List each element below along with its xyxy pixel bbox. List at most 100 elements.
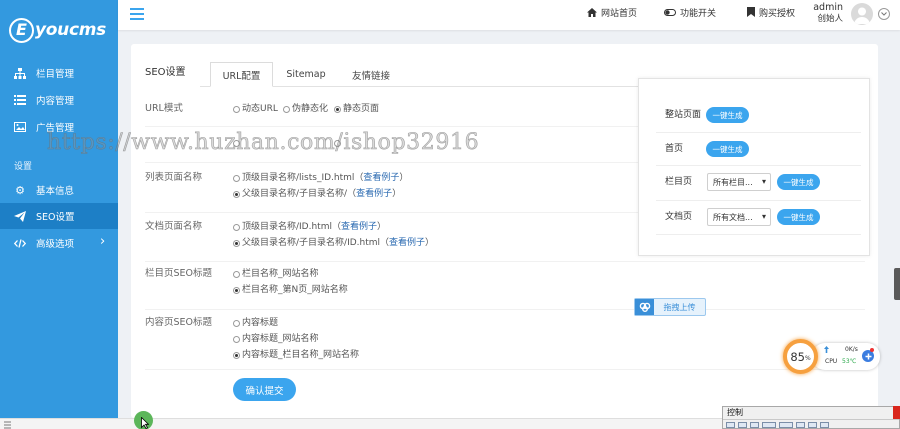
url-mode-label: URL模式 [145, 103, 183, 114]
radio-list-page-option[interactable]: 顶级目录名称/lists_ID.html（ 查看例子 ） [233, 172, 408, 184]
hamburger-icon[interactable] [130, 8, 144, 20]
cpu-label: CPU [825, 358, 838, 365]
panel-divider [656, 234, 861, 235]
option-text: 静态页面 [343, 104, 380, 114]
sidebar-item-content-management[interactable]: 内容管理 [0, 87, 118, 113]
option-text: 内容标题_栏目名称_网站名称 [242, 350, 360, 360]
row-divider [145, 309, 865, 310]
header-link-purchase-license[interactable]: 购买授权 [747, 6, 795, 19]
sidebar-item-basic-info[interactable]: ⚙ 基本信息 [0, 177, 118, 203]
generate-all-button[interactable]: 一键生成 [706, 107, 749, 123]
radio-circle[interactable] [233, 239, 240, 247]
option-text: 父级目录名称/子目录名称/ID.html（ [242, 238, 390, 248]
toggle-icon [664, 8, 676, 16]
control-tool-icon[interactable] [808, 422, 817, 428]
header-link-label: 网站首页 [601, 8, 638, 19]
home-icon [587, 7, 597, 17]
radio-content-seo-option[interactable]: 内容标题 [233, 317, 278, 329]
view-example-link[interactable]: 查看例子 [341, 221, 377, 233]
document-select[interactable]: 所有文档... ▾ [707, 208, 771, 226]
radio-option-obscured[interactable] [233, 137, 242, 149]
radio-circle[interactable] [233, 105, 240, 113]
control-tool-icon[interactable] [726, 422, 735, 428]
chevron-down-icon[interactable] [878, 8, 890, 20]
radio-content-seo-option[interactable]: 内容标题_网站名称 [233, 333, 319, 345]
generate-panel: 整站页面 一键生成 首页 一键生成 栏目页 所有栏目... ▾ 一键生成 文档页… [638, 78, 870, 256]
option-suffix: ） [399, 173, 409, 183]
side-scroll-tab[interactable] [894, 268, 900, 300]
radio-circle[interactable] [233, 319, 240, 327]
view-example-link[interactable]: 查看例子 [356, 188, 392, 200]
select-value: 所有文档... [713, 212, 753, 222]
radio-circle[interactable] [233, 335, 240, 343]
radio-circle[interactable] [233, 351, 240, 359]
user-name: admin [813, 2, 843, 13]
header-link-feature-toggle[interactable]: 功能开关 [664, 6, 716, 19]
generate-document-button[interactable]: 一键生成 [777, 209, 820, 225]
logo-text: youcms [35, 20, 106, 40]
cpu-usage-ring[interactable]: 85% [783, 339, 818, 374]
option-suffix: ） [392, 189, 402, 199]
image-icon [14, 121, 26, 133]
sidebar-item-seo-settings[interactable]: SEO设置 [0, 203, 118, 229]
list-page-name-label: 列表页面名称 [145, 172, 203, 183]
radio-circle[interactable] [334, 139, 341, 147]
radio-circle[interactable] [233, 286, 240, 294]
sidebar-item-column-management[interactable]: 栏目管理 [0, 60, 118, 86]
generate-row-label: 栏目页 [665, 177, 693, 187]
tab-sitemap[interactable]: Sitemap [276, 62, 336, 87]
radio-pseudo-static[interactable]: 伪静态化 [283, 103, 328, 115]
radio-circle[interactable] [283, 105, 290, 113]
view-example-link[interactable]: 查看例子 [363, 172, 399, 184]
radio-circle[interactable] [233, 270, 240, 278]
sidebar-item-advanced-options[interactable]: 高级选项 › [0, 230, 118, 256]
control-tool-icon[interactable] [820, 422, 829, 428]
option-text: 内容标题 [242, 318, 279, 328]
generate-column-button[interactable]: 一键生成 [777, 174, 820, 190]
radio-column-seo-option[interactable]: 栏目名称_第N页_网站名称 [233, 284, 348, 296]
generate-home-button[interactable]: 一键生成 [706, 141, 749, 157]
control-window[interactable]: 控制 [722, 406, 900, 429]
user-info[interactable]: admin 创始人 [806, 2, 843, 25]
column-select[interactable]: 所有栏目... ▾ [707, 173, 771, 191]
radio-doc-page-option[interactable]: 父级目录名称/子目录名称/ID.html（ 查看例子 ） [233, 237, 434, 249]
sidebar-item-label: SEO设置 [36, 212, 75, 223]
sidebar-item-label: 内容管理 [36, 96, 75, 107]
mouse-cursor-icon [141, 417, 149, 429]
gear-icon: ⚙ [15, 183, 25, 197]
select-value: 所有栏目... [713, 177, 753, 187]
sidebar-item-ad-management[interactable]: 广告管理 [0, 114, 118, 140]
option-text: 顶级目录名称/lists_ID.html（ [242, 173, 364, 183]
control-tool-icon[interactable] [779, 422, 793, 428]
control-tool-icon[interactable] [762, 422, 776, 428]
radio-dynamic-url[interactable]: 动态URL [233, 103, 278, 115]
control-tool-icon[interactable] [796, 422, 805, 428]
radio-column-seo-option[interactable]: 栏目名称_网站名称 [233, 268, 319, 280]
cpu-monitor[interactable]: 0K/s CPU 53℃ [812, 343, 880, 370]
radio-static-page[interactable]: 静态页面 [334, 103, 379, 115]
radio-circle[interactable] [334, 105, 341, 113]
radio-option-obscured[interactable] [334, 137, 343, 149]
panel-divider [656, 165, 861, 166]
control-tool-icon[interactable] [750, 422, 759, 428]
caret-down-icon: ▾ [761, 212, 766, 221]
corner-menu-icon[interactable] [3, 421, 12, 429]
radio-list-page-option[interactable]: 父级目录名称/子目录名称/（ 查看例子 ） [233, 188, 401, 200]
control-tool-icon[interactable] [738, 422, 747, 428]
view-example-link[interactable]: 查看例子 [389, 237, 425, 249]
drag-upload-widget[interactable]: 拖拽上传 [634, 298, 706, 316]
tab-friend-links[interactable]: 友情链接 [341, 62, 401, 87]
user-avatar-icon[interactable] [851, 3, 873, 25]
code-icon [14, 237, 26, 249]
radio-circle[interactable] [233, 174, 240, 182]
radio-doc-page-option[interactable]: 顶级目录名称/ID.html（ 查看例子 ） [233, 221, 386, 233]
header-link-site-home[interactable]: 网站首页 [587, 6, 638, 19]
radio-circle[interactable] [233, 139, 240, 147]
radio-circle[interactable] [233, 223, 240, 231]
tab-url-config[interactable]: URL配置 [210, 62, 273, 87]
logo[interactable]: E youcms [9, 15, 106, 45]
submit-button[interactable]: 确认提交 [233, 378, 296, 401]
close-icon[interactable] [893, 406, 900, 419]
radio-content-seo-option[interactable]: 内容标题_栏目名称_网站名称 [233, 349, 359, 361]
radio-circle[interactable] [233, 190, 240, 198]
